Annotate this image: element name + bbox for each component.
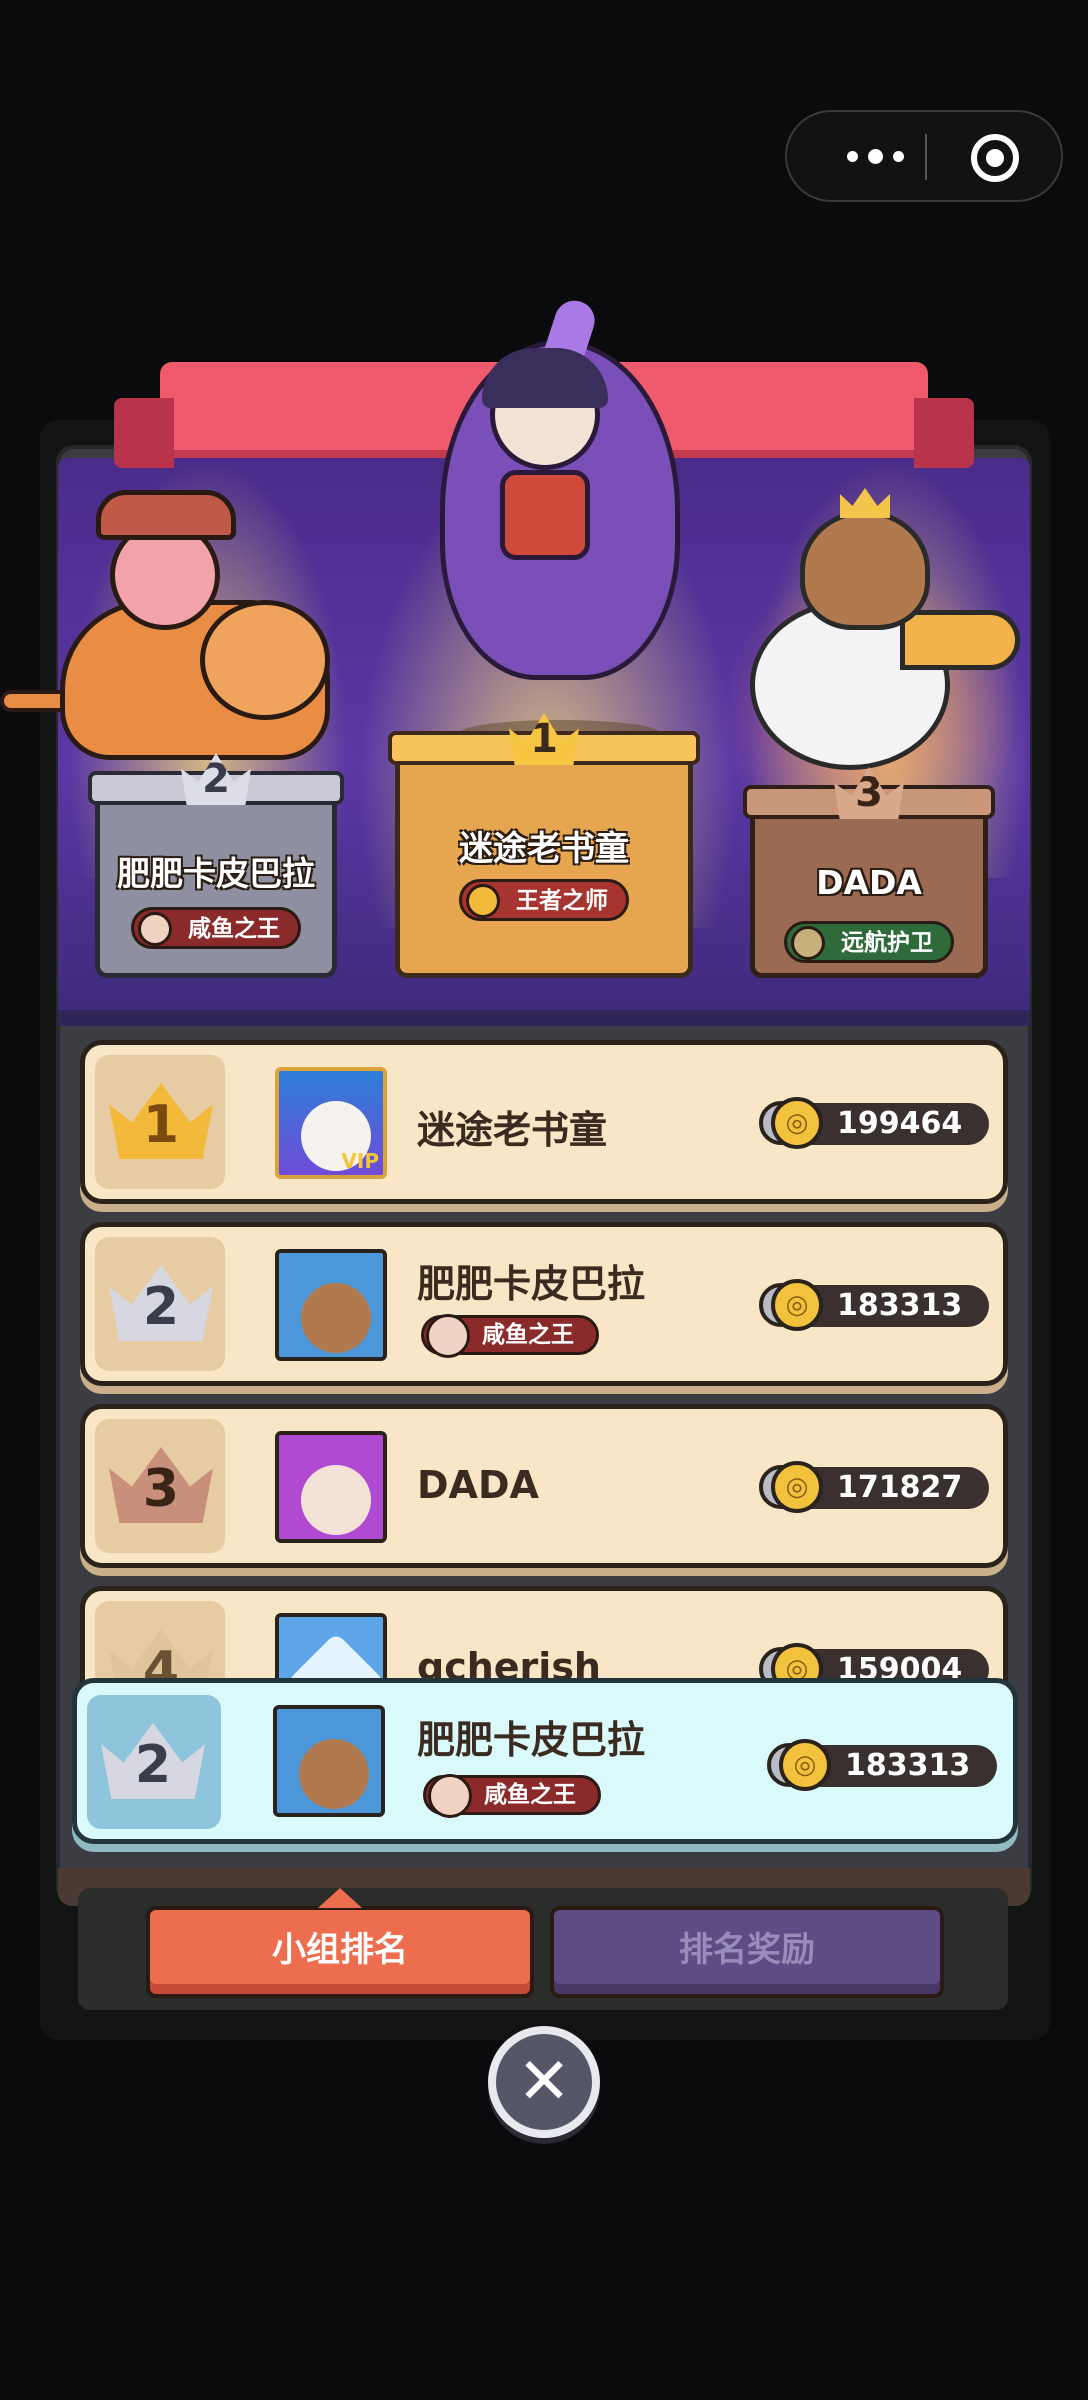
avatar[interactable] [273, 1705, 385, 1817]
silver-crown-icon: 2 [101, 1723, 205, 1799]
player-name: DADA [417, 1463, 539, 1507]
player-name: 肥肥卡皮巴拉 [417, 1262, 646, 1306]
score-pill: ◎ 171827 [759, 1461, 989, 1513]
score-value: 171827 [837, 1470, 963, 1505]
score-pill: ◎ 199464 [759, 1097, 989, 1149]
player-name: 迷途老书童 [417, 1108, 608, 1152]
self-ranking-row[interactable]: 2 肥肥卡皮巴拉 咸鱼之王 ◎ 183313 [72, 1678, 1018, 1844]
emblem-icon [426, 1314, 470, 1358]
player-title: 王者之师 [516, 888, 608, 914]
score-pill: ◎ 183313 [759, 1279, 989, 1331]
player-title: 远航护卫 [841, 930, 933, 956]
avatar[interactable] [275, 1431, 387, 1543]
silver-crown-icon: 2 [109, 1265, 213, 1341]
podium-second[interactable]: 2 肥肥卡皮巴拉 咸鱼之王 [88, 753, 344, 978]
podium-third[interactable]: 3 DADA 远航护卫 [743, 767, 995, 978]
tab-group-rank[interactable]: 小组排名 [146, 1906, 534, 1998]
rank-cell: 3 [95, 1419, 225, 1553]
rank-cell: 2 [87, 1695, 221, 1829]
rank-cell: 1 [95, 1055, 225, 1189]
coin-icon: ◎ [779, 1739, 831, 1791]
coin-icon: ◎ [771, 1097, 823, 1149]
podium-first[interactable]: 1 迷途老书童 王者之师 [388, 713, 700, 978]
ranking-row[interactable]: 3 DADA ◎ 171827 [80, 1404, 1008, 1568]
emblem-icon [138, 912, 172, 946]
player-title-badge: 远航护卫 [784, 921, 954, 963]
player-title-badge: 咸鱼之王 [131, 907, 301, 949]
score-value: 183313 [845, 1748, 971, 1783]
player-title-badge: 咸鱼之王 [421, 1314, 599, 1358]
ranking-row[interactable]: 2 肥肥卡皮巴拉 咸鱼之王 ◎ 183313 [80, 1222, 1008, 1386]
mini-program-capsule [785, 110, 1063, 202]
score-value: 183313 [837, 1288, 963, 1323]
player-name: 肥肥卡皮巴拉 [417, 1718, 646, 1762]
score-value: 199464 [837, 1106, 963, 1141]
stage-floor [58, 1010, 1030, 1026]
score-pill: ◎ 183313 [767, 1739, 997, 1791]
podium-player-name: 迷途老书童 [459, 829, 629, 869]
first-place-character [420, 295, 690, 746]
anchor-icon [791, 926, 825, 960]
player-title: 咸鱼之王 [482, 1322, 574, 1348]
avatar[interactable] [275, 1249, 387, 1361]
crown-shield-icon [466, 884, 500, 918]
player-title-badge: 咸鱼之王 [423, 1774, 601, 1818]
bronze-crown-icon: 3 [109, 1447, 213, 1523]
coin-icon: ◎ [771, 1461, 823, 1513]
emblem-icon [428, 1774, 472, 1818]
vip-badge: VIP [341, 1149, 379, 1173]
close-icon[interactable]: ✕ [488, 2026, 600, 2138]
third-place-character [720, 460, 1040, 820]
target-icon[interactable] [971, 134, 1019, 182]
podium-player-name: 肥肥卡皮巴拉 [117, 854, 315, 893]
second-place-character [0, 470, 340, 790]
player-title: 咸鱼之王 [484, 1782, 576, 1808]
rank-cell: 2 [95, 1237, 225, 1371]
player-title: 咸鱼之王 [188, 916, 280, 942]
ranking-row[interactable]: 1 VIP 迷途老书童 ◎ 199464 [80, 1040, 1008, 1204]
podium-player-name: DADA [816, 863, 922, 902]
player-title-badge: 王者之师 [459, 879, 629, 921]
avatar[interactable]: VIP [275, 1067, 387, 1179]
coin-icon: ◎ [771, 1279, 823, 1331]
more-dots-icon[interactable] [827, 112, 923, 200]
capsule-divider [925, 134, 927, 180]
gold-crown-icon: 1 [109, 1083, 213, 1159]
tab-rank-reward[interactable]: 排名奖励 [550, 1906, 944, 1998]
